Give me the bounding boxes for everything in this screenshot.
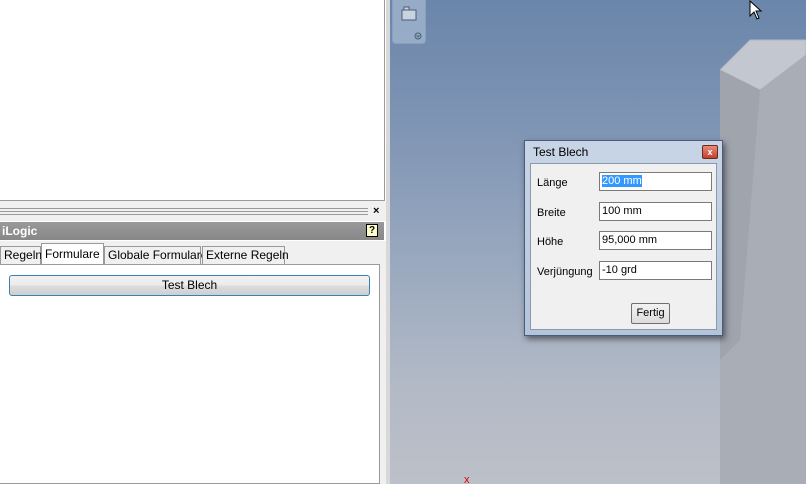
panel-title: iLogic: [2, 224, 38, 238]
field-label-laenge: Länge: [537, 177, 568, 189]
panel-close-icon[interactable]: ×: [373, 206, 379, 217]
tab-regeln[interactable]: Regeln: [0, 246, 42, 264]
dialog-body: Länge 200 mm Breite 100 mm Höhe 95,000 m…: [530, 163, 717, 330]
tab-globale-formulare[interactable]: Globale Formulare: [104, 246, 207, 264]
breite-field[interactable]: 100 mm: [599, 202, 712, 221]
test-blech-form-button[interactable]: Test Blech: [9, 275, 370, 296]
axis-x-label: x: [464, 474, 470, 486]
dialog-title: Test Blech: [533, 145, 589, 159]
test-blech-dialog: Test Blech x Länge 200 mm Breite 100 mm …: [524, 140, 723, 336]
browser-panel: [0, 0, 385, 201]
splitter-grip-line: [0, 214, 368, 215]
tab-content: Test Blech: [0, 264, 380, 484]
splitter-grip-line: [0, 208, 368, 209]
laenge-value: 200 mm: [602, 175, 642, 187]
field-label-verjuengung: Verjüngung: [537, 266, 593, 278]
mouse-cursor-icon: [749, 0, 763, 20]
tab-formulare[interactable]: Formulare: [41, 243, 104, 265]
verjuengung-field[interactable]: -10 grd: [599, 261, 712, 280]
hoehe-field[interactable]: 95,000 mm: [599, 231, 712, 250]
laenge-field[interactable]: 200 mm: [599, 172, 712, 191]
ilogic-panel-header: iLogic ?: [0, 222, 384, 240]
tab-strip: Regeln Formulare Globale Formulare Exter…: [0, 241, 386, 265]
sheet-metal-part: [720, 39, 806, 484]
field-label-hoehe: Höhe: [537, 236, 564, 248]
field-label-breite: Breite: [537, 207, 566, 219]
close-icon[interactable]: x: [702, 145, 718, 159]
splitter-grip-line: [0, 211, 368, 212]
tab-externe-regeln[interactable]: Externe Regeln: [202, 246, 289, 264]
panel-splitter[interactable]: ×: [0, 201, 386, 221]
view-cube-icon[interactable]: [393, 0, 427, 44]
fertig-button[interactable]: Fertig: [631, 303, 670, 324]
help-icon[interactable]: ?: [366, 224, 378, 237]
navigation-bar[interactable]: [392, 0, 426, 44]
